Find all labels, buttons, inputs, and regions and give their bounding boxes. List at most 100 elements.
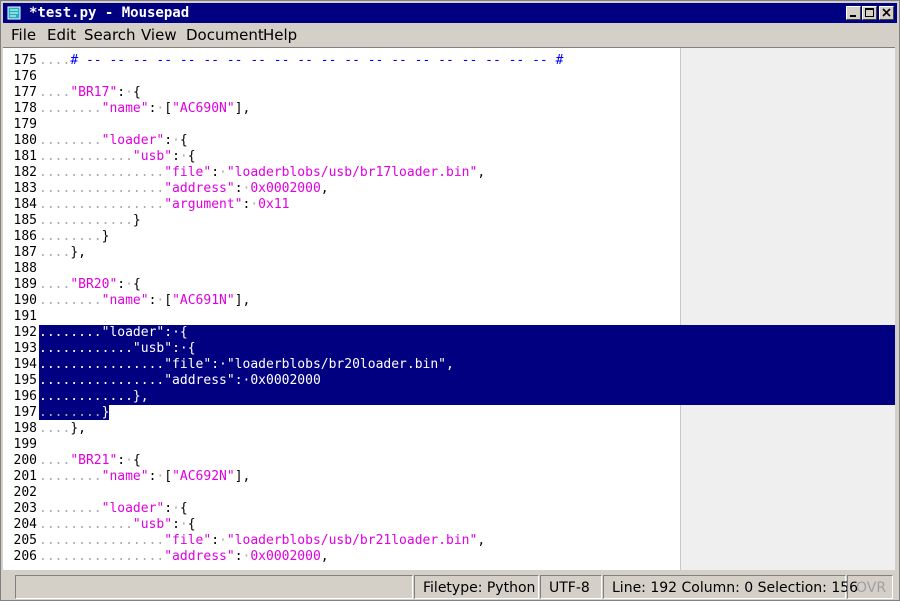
line-number: 185 bbox=[13, 213, 37, 228]
editor-line[interactable]: 204 ............"usb":·{ bbox=[3, 517, 895, 533]
line-number: 193 bbox=[13, 341, 37, 356]
line-number: 201 bbox=[13, 469, 37, 484]
editor-line[interactable]: 202 bbox=[3, 485, 895, 501]
line-code: ................"file":·"loaderblobs/usb… bbox=[39, 533, 486, 548]
line-number: 189 bbox=[13, 277, 37, 292]
line-number: 203 bbox=[13, 501, 37, 516]
line-code: ....}, bbox=[39, 421, 86, 436]
editor-line[interactable]: 182 ................"file":·"loaderblobs/… bbox=[3, 165, 895, 181]
editor-line[interactable]: 191 bbox=[3, 309, 895, 325]
line-code: ................"address":·0x0002000, bbox=[39, 181, 329, 196]
line-number: 183 bbox=[13, 181, 37, 196]
line-number: 197 bbox=[13, 405, 37, 420]
editor-line[interactable]: 200 ...."BR21":·{ bbox=[3, 453, 895, 469]
line-code: ........"loader":·{ bbox=[39, 133, 188, 148]
menu-help[interactable]: Help bbox=[263, 24, 297, 46]
menu-edit[interactable]: Edit bbox=[47, 24, 76, 46]
line-code: ........"name":·["AC691N"], bbox=[39, 293, 251, 308]
editor-line[interactable]: 183 ................"address":·0x0002000, bbox=[3, 181, 895, 197]
editor-line[interactable]: 186........} bbox=[3, 229, 895, 245]
line-code: ...."BR20":·{ bbox=[39, 277, 141, 292]
editor-line[interactable]: 205 ................"file":·"loaderblobs/… bbox=[3, 533, 895, 549]
line-number: 196 bbox=[13, 389, 37, 404]
editor-line[interactable]: 187....}, bbox=[3, 245, 895, 261]
editor-line[interactable]: 180 ........"loader":·{ bbox=[3, 133, 895, 149]
filetype-status[interactable]: Filetype: Python bbox=[414, 575, 539, 599]
line-code: ........"name":·["AC690N"], bbox=[39, 101, 251, 116]
editor-line[interactable]: 175 ....# -- -- -- -- -- -- -- -- -- -- -… bbox=[3, 53, 895, 69]
line-code: ............"usb":·{ bbox=[39, 149, 196, 164]
line-code: ................"address":·0x0002000 bbox=[39, 373, 895, 389]
line-code: ................"argument":·0x11 bbox=[39, 197, 290, 212]
editor-line[interactable]: 195 ................"address":·0x0002000 bbox=[3, 373, 895, 389]
line-number: 191 bbox=[13, 309, 37, 324]
line-code: ...."BR21":·{ bbox=[39, 453, 141, 468]
line-number: 186 bbox=[13, 229, 37, 244]
editor-line[interactable]: 188 bbox=[3, 261, 895, 277]
line-number: 184 bbox=[13, 197, 37, 212]
editor-line[interactable]: 185............} bbox=[3, 213, 895, 229]
editor-line[interactable]: 184 ................"argument":·0x11 bbox=[3, 197, 895, 213]
editor-line[interactable]: 203 ........"loader":·{ bbox=[3, 501, 895, 517]
minimize-button[interactable] bbox=[846, 6, 861, 20]
cursor-position-status: Line: 192 Column: 0 Selection: 156 bbox=[603, 575, 858, 599]
line-code: ............} bbox=[39, 213, 141, 228]
editor-line[interactable]: 206 ................"address":·0x0002000, bbox=[3, 549, 895, 565]
line-code: ........"name":·["AC692N"], bbox=[39, 469, 251, 484]
menu-search[interactable]: Search bbox=[84, 24, 136, 46]
line-number: 180 bbox=[13, 133, 37, 148]
line-number: 202 bbox=[13, 485, 37, 500]
line-number: 188 bbox=[13, 261, 37, 276]
line-number: 179 bbox=[13, 117, 37, 132]
editor-line[interactable]: 179 bbox=[3, 117, 895, 133]
editor-line[interactable]: 181 ............"usb":·{ bbox=[3, 149, 895, 165]
editor-line[interactable]: 190 ........"name":·["AC691N"], bbox=[3, 293, 895, 309]
editor-line[interactable]: 192 ........"loader":·{ bbox=[3, 325, 895, 341]
line-code: ................"address":·0x0002000, bbox=[39, 549, 329, 564]
line-code: ............"usb":·{ bbox=[39, 517, 196, 532]
menu-file[interactable]: File bbox=[11, 24, 36, 46]
line-number: 194 bbox=[13, 357, 37, 372]
editor-line[interactable]: 178 ........"name":·["AC690N"], bbox=[3, 101, 895, 117]
line-number: 178 bbox=[13, 101, 37, 116]
line-code: ............"usb":·{ bbox=[39, 341, 895, 357]
menu-document[interactable]: Document bbox=[186, 24, 264, 46]
editor-line[interactable]: 201 ........"name":·["AC692N"], bbox=[3, 469, 895, 485]
minimize-icon bbox=[850, 15, 856, 17]
editor-line[interactable]: 189 ...."BR20":·{ bbox=[3, 277, 895, 293]
line-number: 181 bbox=[13, 149, 37, 164]
editor-line[interactable]: 197........} bbox=[3, 405, 895, 421]
line-number: 177 bbox=[13, 85, 37, 100]
editor-line[interactable]: 193 ............"usb":·{ bbox=[3, 341, 895, 357]
menu-view[interactable]: View bbox=[141, 24, 177, 46]
close-icon bbox=[882, 8, 891, 17]
editor-line[interactable]: 198....}, bbox=[3, 421, 895, 437]
text-editor[interactable]: 174175....# -- -- -- -- -- -- -- -- -- -… bbox=[3, 47, 895, 570]
maximize-icon bbox=[865, 8, 874, 17]
editor-line[interactable]: 176 bbox=[3, 69, 895, 85]
line-code: ....# -- -- -- -- -- -- -- -- -- -- -- -… bbox=[39, 53, 564, 68]
line-number: 175 bbox=[13, 53, 37, 68]
close-button[interactable] bbox=[879, 6, 894, 20]
editor-line[interactable]: 196............}, bbox=[3, 389, 895, 405]
line-number: 199 bbox=[13, 437, 37, 452]
line-number: 190 bbox=[13, 293, 37, 308]
mousepad-app-icon[interactable] bbox=[7, 6, 23, 20]
line-number: 192 bbox=[13, 325, 37, 340]
line-code: ...."BR17":·{ bbox=[39, 85, 141, 100]
line-number: 204 bbox=[13, 517, 37, 532]
editor-line[interactable]: 194 ................"file":·"loaderblobs/… bbox=[3, 357, 895, 373]
line-number: 205 bbox=[13, 533, 37, 548]
editor-line[interactable]: 177 ...."BR17":·{ bbox=[3, 85, 895, 101]
overwrite-mode-indicator[interactable]: OVR bbox=[847, 575, 893, 599]
line-number: 187 bbox=[13, 245, 37, 260]
editor-line[interactable]: 199 bbox=[3, 437, 895, 453]
line-code: ........"loader":·{ bbox=[39, 501, 188, 516]
encoding-status[interactable]: UTF-8 bbox=[540, 575, 602, 599]
line-code: ................"file":·"loaderblobs/usb… bbox=[39, 165, 486, 180]
line-number: 195 bbox=[13, 373, 37, 388]
line-code: ........"loader":·{ bbox=[39, 325, 895, 341]
editor-lines: 174175....# -- -- -- -- -- -- -- -- -- -… bbox=[3, 48, 895, 565]
title-bar[interactable]: *test.py - Mousepad bbox=[3, 3, 897, 23]
maximize-button[interactable] bbox=[862, 6, 877, 20]
